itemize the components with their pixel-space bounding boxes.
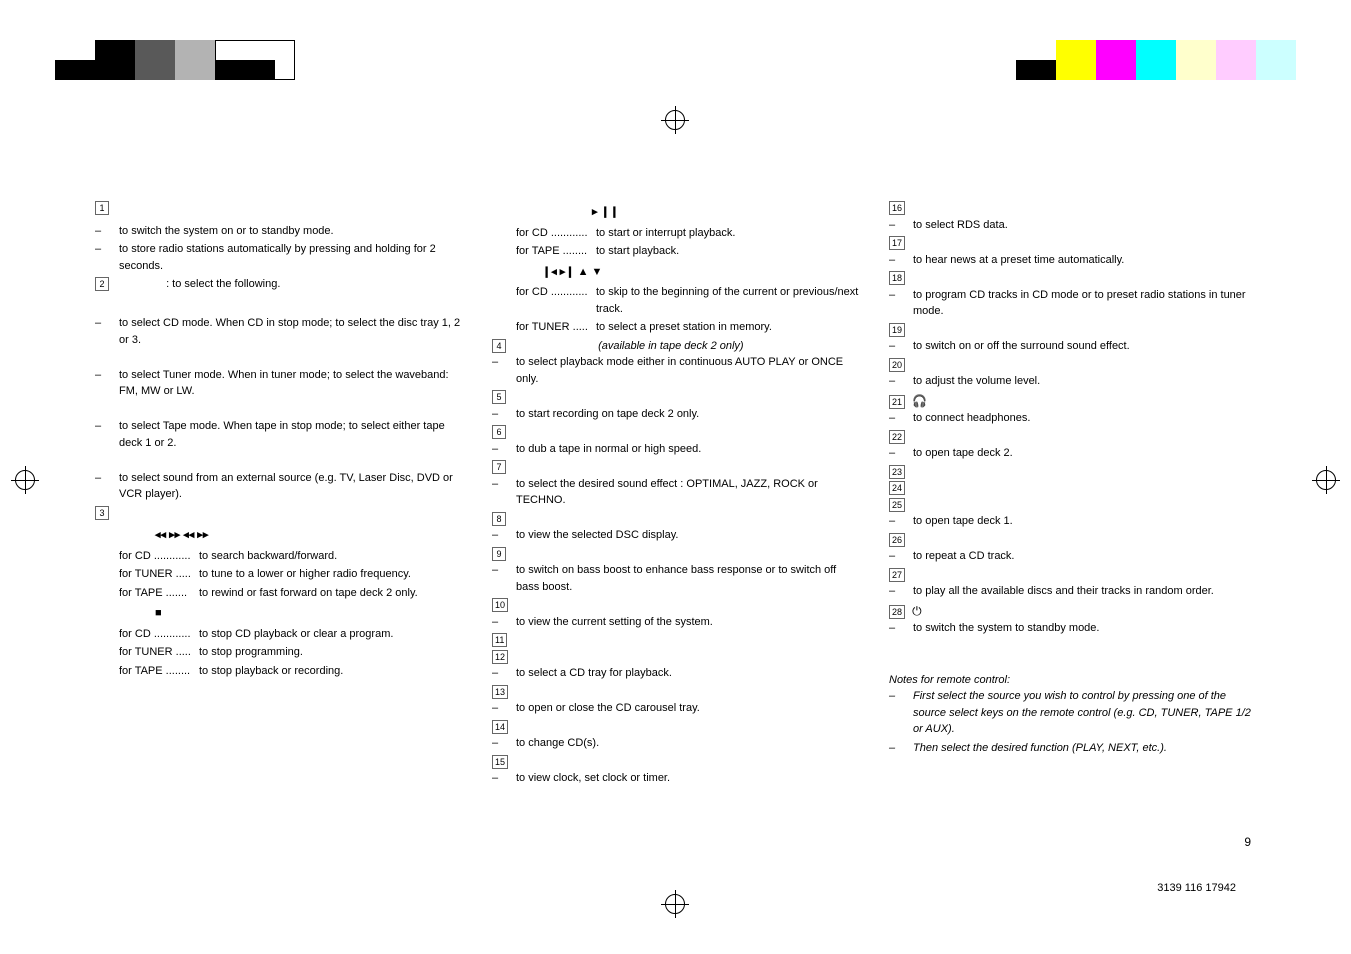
ref-number: 28 [889,605,905,619]
body-text: to open tape deck 1. [913,513,1256,530]
body-text: to select sound from an external source … [119,470,462,503]
body-text: to dub a tape in normal or high speed. [516,441,859,458]
note-text: (available in tape deck 2 only) [513,340,744,352]
body-text: to play all the available discs and thei… [913,583,1256,600]
ref-number: 17 [889,236,905,250]
standby-icon: ⏻ [912,604,922,618]
body-text: to open or close the CD carousel tray. [516,700,859,717]
label: for CD ............ [119,548,199,565]
body-text: to program CD tracks in CD mode or to pr… [913,287,1256,320]
body-text: to select Tape mode. When tape in stop m… [119,418,462,451]
body-text: to switch on bass boost to enhance bass … [516,562,859,595]
body-text: to start playback. [596,243,859,260]
body-text: to open tape deck 2. [913,445,1256,462]
label: for CD ............ [516,284,596,317]
body-text: to hear news at a preset time automatica… [913,252,1256,269]
body-text: : to select the following. [116,278,280,290]
body-text: to select Tuner mode. When in tuner mode… [119,367,462,400]
label: for TUNER ..... [119,566,199,583]
label: for TAPE ....... [119,585,199,602]
label: for TUNER ..... [516,319,596,336]
ref-number: 5 [492,390,506,404]
document-id: 3139 116 17942 [1157,882,1236,894]
label: for CD ............ [119,626,199,643]
body-text: to search backward/forward. [199,548,462,565]
ref-number: 24 [889,481,905,495]
body-text: to switch the system to standby mode. [913,620,1256,637]
body-text: to rewind or fast forward on tape deck 2… [199,585,462,602]
notes-heading: Notes for remote control: [889,672,1256,689]
body-text: to select CD mode. When CD in stop mode;… [119,315,462,348]
column-3: 16 –to select RDS data. 17 –to hear news… [889,200,1256,874]
label: for CD ............ [516,225,596,242]
body-text: to switch the system on or to standby mo… [119,223,462,240]
ref-number: 26 [889,533,905,547]
ref-number: 12 [492,650,508,664]
play-pause-symbol: ▸ ❙❙ [492,204,859,221]
body-text: to view clock, set clock or timer. [516,770,859,787]
body-text: to select the desired sound effect : OPT… [516,476,859,509]
ref-number: 1 [95,201,109,215]
skip-symbols: ❙◂ ▸❙ ▲ ▼ [492,264,859,281]
label: for TAPE ........ [516,243,596,260]
registration-bars [0,0,1351,80]
note-text: First select the source you wish to cont… [913,688,1256,738]
ref-number: 25 [889,498,905,512]
body-text: to view the current setting of the syste… [516,614,859,631]
body-text: to select playback mode either in contin… [516,354,859,387]
body-text: to select a preset station in memory. [596,319,859,336]
ref-number: 3 [95,506,109,520]
body-text: to connect headphones. [913,410,1256,427]
ref-number: 19 [889,323,905,337]
page-number: 9 [1244,835,1251,849]
registration-mark-icon [15,470,35,490]
body-text: to skip to the beginning of the current … [596,284,859,317]
body-text: to stop programming. [199,644,462,661]
label: for TUNER ..... [119,644,199,661]
ref-number: 8 [492,512,506,526]
stop-symbol: ■ [95,605,462,622]
ref-number: 11 [492,633,507,647]
body-text: to view the selected DSC display. [516,527,859,544]
registration-mark-icon [665,894,685,914]
ref-number: 21 [889,395,905,409]
ref-number: 14 [492,720,508,734]
body-text: to repeat a CD track. [913,548,1256,565]
body-text: to stop CD playback or clear a program. [199,626,462,643]
column-2: ▸ ❙❙ for CD ............to start or inte… [492,200,859,874]
ref-number: 4 [492,339,506,353]
label: for TAPE ........ [119,663,199,680]
ref-number: 6 [492,425,506,439]
body-text: to start recording on tape deck 2 only. [516,406,859,423]
note-text: Then select the desired function (PLAY, … [913,740,1256,757]
transport-symbols: ◂◂ ▸▸ ◂◂ ▸▸ [95,527,462,544]
body-text: to adjust the volume level. [913,373,1256,390]
ref-number: 18 [889,271,905,285]
column-1: 1 –to switch the system on or to standby… [95,200,462,874]
ref-number: 23 [889,465,905,479]
ref-number: 20 [889,358,905,372]
body-text: to switch on or off the surround sound e… [913,338,1256,355]
body-text: to tune to a lower or higher radio frequ… [199,566,462,583]
ref-number: 2 [95,277,109,291]
ref-number: 13 [492,685,508,699]
body-text: to stop playback or recording. [199,663,462,680]
registration-mark-icon [665,110,685,130]
ref-number: 15 [492,755,508,769]
ref-number: 7 [492,460,506,474]
registration-mark-icon [1316,470,1336,490]
ref-number: 9 [492,547,506,561]
ref-number: 27 [889,568,905,582]
body-text: to start or interrupt playback. [596,225,859,242]
headphones-icon: 🎧 [912,394,927,408]
ref-number: 10 [492,598,508,612]
body-text: to change CD(s). [516,735,859,752]
body-text: to store radio stations automatically by… [119,241,462,274]
manual-body: 1 –to switch the system on or to standby… [95,200,1256,874]
ref-number: 22 [889,430,905,444]
ref-number: 16 [889,201,905,215]
body-text: to select a CD tray for playback. [516,665,859,682]
body-text: to select RDS data. [913,217,1256,234]
